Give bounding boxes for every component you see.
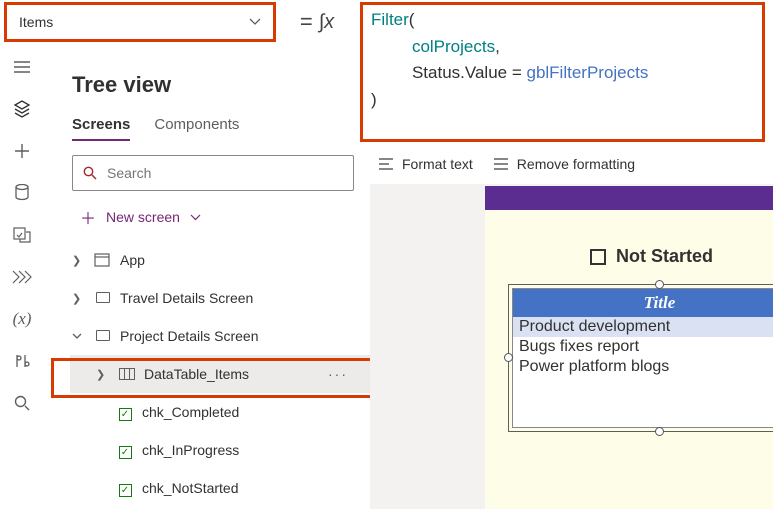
tree-panel: Tree view Screens Components ＋ New scree… — [44, 46, 370, 509]
tree-item-chk-notstarted[interactable]: ✓ chk_NotStarted — [70, 469, 370, 507]
formula-ident: colProjects — [412, 37, 495, 56]
tree-title: Tree view — [70, 64, 370, 116]
table-header[interactable]: Title — [513, 289, 773, 317]
new-screen-button[interactable]: ＋ New screen — [70, 197, 370, 237]
search-input[interactable] — [72, 155, 354, 191]
formula-strip: Format text Remove formatting — [370, 148, 773, 180]
table-row[interactable]: Product development — [513, 317, 773, 337]
tree-label: Travel Details Screen — [120, 290, 253, 306]
table-row[interactable]: Power platform blogs — [513, 357, 773, 377]
remove-label: Remove formatting — [517, 156, 635, 172]
plus-icon: ＋ — [80, 205, 96, 229]
formula-editor[interactable]: Filter( colProjects, Status.Value = gblF… — [360, 2, 765, 142]
checkbox-icon: ✓ — [116, 404, 134, 421]
checkbox-icon: ✓ — [116, 442, 134, 459]
formula-text: Status — [412, 63, 460, 82]
search-icon — [83, 166, 97, 180]
tree-label: chk_Completed — [142, 404, 239, 420]
format-text-button[interactable]: Format text — [378, 156, 473, 172]
tree-label: chk_InProgress — [142, 442, 239, 458]
tree-label: chk_NotStarted — [142, 480, 239, 496]
checkbox-not-started[interactable]: Not Started — [590, 246, 713, 267]
media-icon[interactable] — [0, 214, 44, 256]
new-screen-label: New screen — [106, 209, 180, 225]
checkbox-icon: ✓ — [116, 480, 134, 497]
tree-item-travel[interactable]: ❯ Travel Details Screen — [70, 279, 370, 317]
datatable[interactable]: Title Product development Bugs fixes rep… — [512, 288, 773, 428]
expand-icon[interactable]: ❯ — [72, 292, 86, 305]
property-dropdown-value: Items — [19, 14, 53, 30]
format-label: Format text — [402, 156, 473, 172]
data-icon[interactable] — [0, 172, 44, 214]
tab-components[interactable]: Components — [154, 116, 239, 141]
chevron-down-icon — [190, 214, 201, 221]
expand-icon[interactable]: ❯ — [72, 254, 86, 267]
tree-label: App — [120, 252, 145, 268]
table-row[interactable]: Bugs fixes report — [513, 337, 773, 357]
tree-item-project[interactable]: Project Details Screen — [70, 317, 370, 355]
tree-view-icon[interactable] — [0, 88, 44, 130]
collapse-icon[interactable] — [72, 333, 86, 340]
insert-icon[interactable] — [0, 130, 44, 172]
checkbox-box-icon — [590, 249, 606, 265]
table-body: Product development Bugs fixes report Po… — [513, 317, 773, 427]
settings-icon[interactable] — [0, 340, 44, 382]
fx-label: =∫x — [276, 2, 358, 42]
search-field[interactable] — [107, 165, 343, 181]
checkbox-label: Not Started — [616, 246, 713, 267]
left-rail: (x) — [0, 46, 44, 509]
search-icon[interactable] — [0, 382, 44, 424]
tree-item-chk-inprogress[interactable]: ✓ chk_InProgress — [70, 431, 370, 469]
tree-item-app[interactable]: ❯ App — [70, 241, 370, 279]
chevron-down-icon — [249, 18, 261, 26]
remove-formatting-button[interactable]: Remove formatting — [493, 156, 635, 172]
property-dropdown[interactable]: Items — [4, 2, 276, 42]
hamburger-icon[interactable] — [0, 46, 44, 88]
remove-format-icon — [493, 157, 509, 171]
tree-label: Project Details Screen — [120, 328, 259, 344]
app-icon — [94, 253, 112, 267]
formula-keyword: Filter — [371, 10, 409, 29]
screen-icon — [94, 328, 112, 344]
tree-item-chk-completed[interactable]: ✓ chk_Completed — [70, 393, 370, 431]
canvas: Not Started Title Product development Bu… — [370, 184, 773, 509]
screen-icon — [94, 290, 112, 306]
tab-screens[interactable]: Screens — [72, 116, 130, 141]
format-icon — [378, 157, 394, 171]
flows-icon[interactable] — [0, 256, 44, 298]
variables-icon[interactable]: (x) — [0, 298, 44, 340]
tree-tabs: Screens Components — [70, 116, 370, 151]
app-header-bar — [485, 186, 773, 210]
highlight-box — [51, 358, 395, 398]
formula-var: gblFilterProjects — [526, 63, 648, 82]
